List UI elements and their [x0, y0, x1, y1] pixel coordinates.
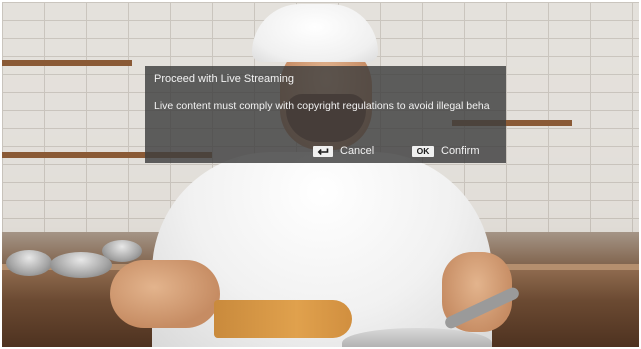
steel-bowl-back: [102, 240, 142, 262]
return-arrow-icon: [313, 145, 333, 157]
dialog-title: Proceed with Live Streaming: [154, 73, 295, 85]
cancel-button[interactable]: Cancel: [313, 144, 374, 158]
dialog-message: Live content must comply with copyright …: [154, 100, 490, 112]
confirm-label: Confirm: [441, 145, 480, 157]
confirm-button[interactable]: OK Confirm: [412, 144, 480, 158]
live-streaming-confirm-dialog: Proceed with Live Streaming Live content…: [145, 66, 506, 163]
wooden-spatula: [214, 300, 352, 338]
steel-bowl-middle: [50, 252, 112, 278]
chef-left-hand: [110, 260, 220, 328]
cancel-label: Cancel: [340, 145, 375, 157]
return-arrow-glyph: [317, 148, 329, 155]
tv-screen: Proceed with Live Streaming Live content…: [0, 0, 641, 349]
background-photo-chef-kitchen: [2, 2, 639, 347]
ok-key-icon: OK: [412, 145, 434, 157]
steel-bowl-left: [6, 250, 52, 276]
wall-shelf-left: [2, 60, 132, 66]
